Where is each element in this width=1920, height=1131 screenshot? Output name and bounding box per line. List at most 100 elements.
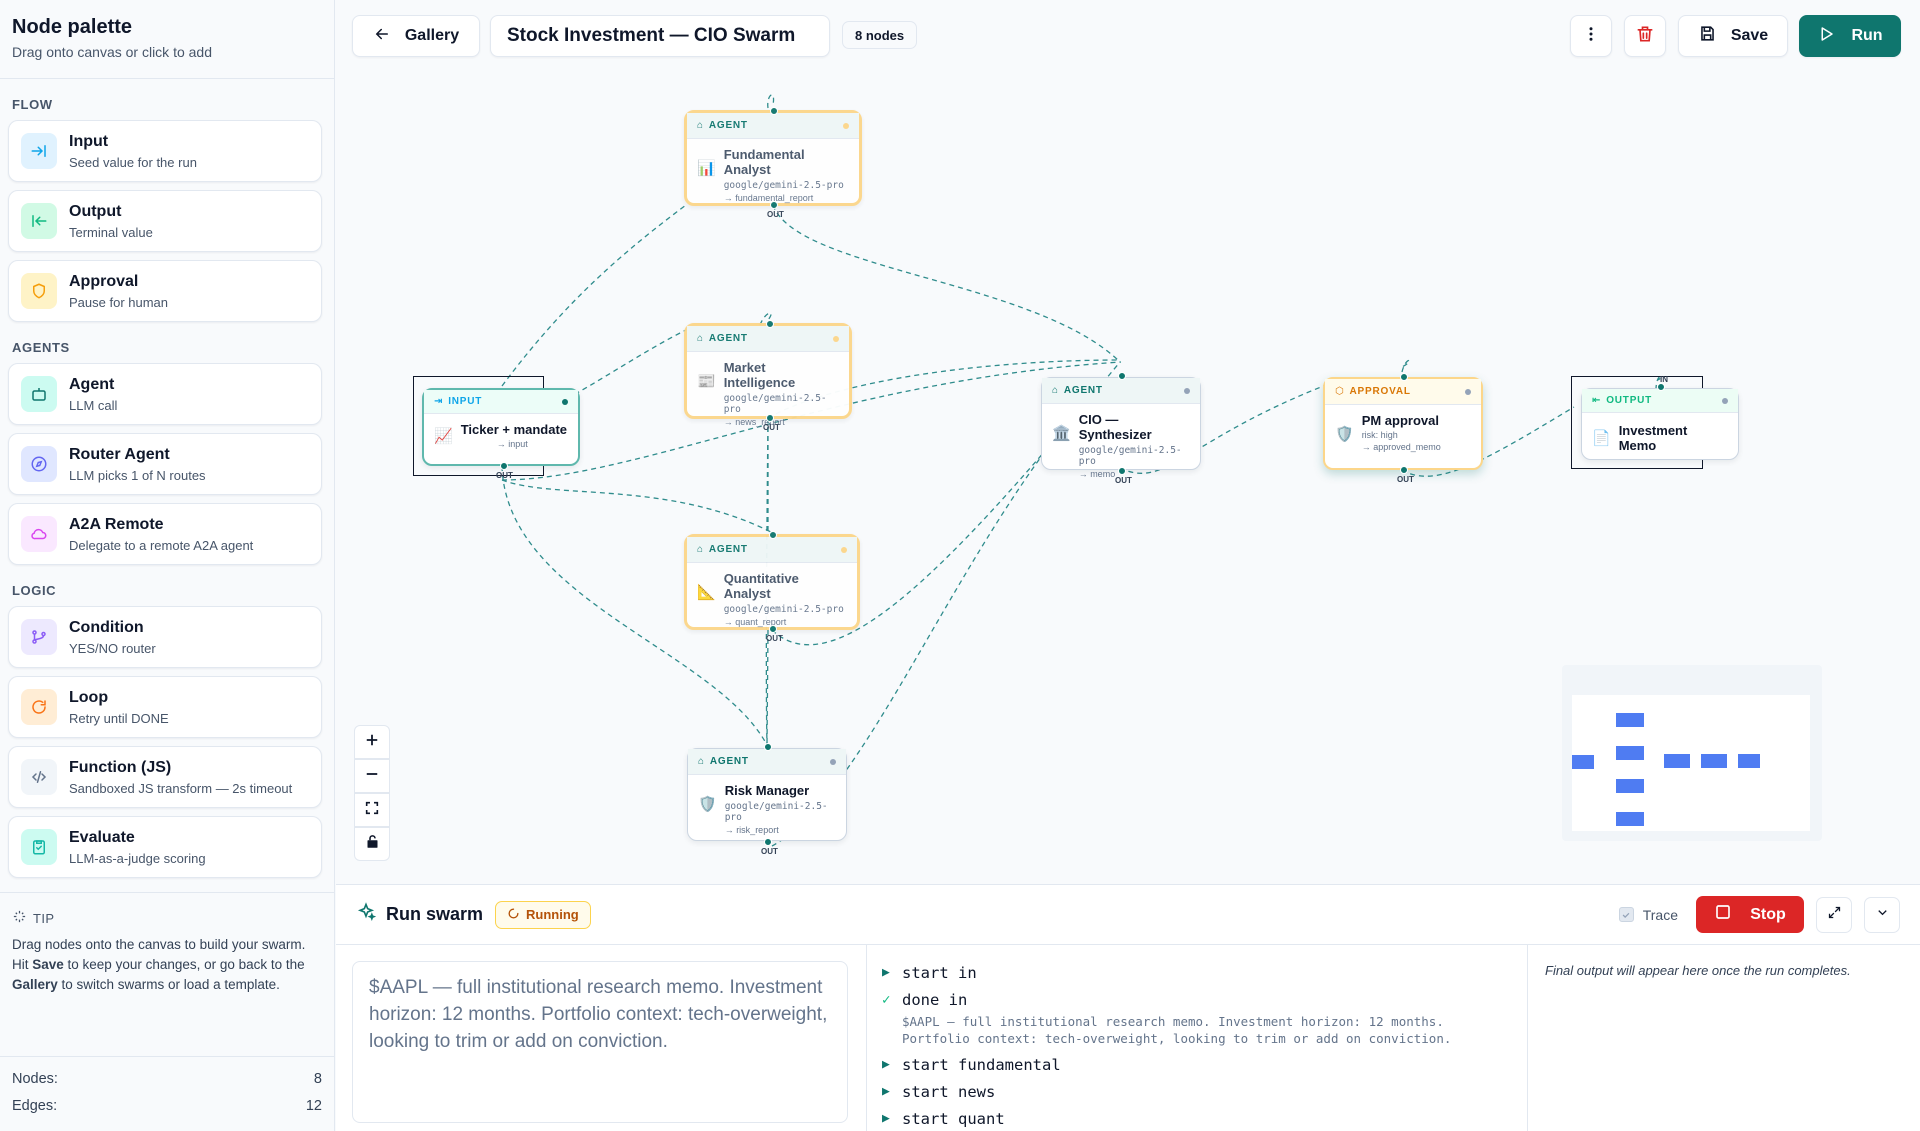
tip-text: Drag nodes onto the canvas to build your…: [12, 935, 322, 995]
status-dot: [1184, 387, 1190, 394]
palette-item-approval[interactable]: Approval Pause for human: [8, 260, 322, 322]
palette-item-agent[interactable]: Agent LLM call: [8, 363, 322, 425]
divider: [1527, 945, 1528, 1131]
log-line: ▶ start in: [882, 959, 1532, 986]
palette-item-desc: YES/NO router: [69, 640, 156, 656]
minimap-viewport: [1572, 695, 1810, 831]
node-model: google/gemini-2.5-pro: [723, 393, 827, 415]
zoom-out-button[interactable]: [354, 759, 390, 793]
palette-item-desc: Pause for human: [69, 294, 169, 310]
delete-button[interactable]: [1624, 15, 1666, 57]
node-palette: Node palette Drag onto canvas or click t…: [0, 0, 335, 1131]
palette-item-function-js[interactable]: Function (JS) Sandboxed JS transform — 2s…: [8, 746, 322, 808]
status-badge: Running: [495, 900, 591, 929]
log-detail-line: $AAPL — full institutional research memo…: [902, 1014, 1444, 1029]
edge: [501, 204, 687, 387]
node-cio-synthesizer[interactable]: ⌂ AGENT 🏛️ CIO — Synthesizer google/gemini…: [1041, 372, 1201, 485]
palette-item-loop[interactable]: Loop Retry until DONE: [8, 676, 322, 738]
node-risk-manager[interactable]: ⌂ AGENT 🛡️ Risk Manager google/gemini-2.5-…: [687, 743, 847, 856]
output-handle[interactable]: [764, 838, 772, 846]
output-handle[interactable]: [769, 625, 777, 633]
run-panel-header: Run swarm Running Trace Stop: [336, 885, 1920, 945]
run-button[interactable]: Run: [1799, 15, 1901, 57]
input-handle[interactable]: [764, 743, 772, 751]
stop-button[interactable]: Stop: [1696, 896, 1804, 933]
node-model: google/gemini-2.5-pro: [723, 180, 844, 191]
start-marker-icon: ▶: [882, 1084, 890, 1099]
expand-button[interactable]: [1816, 896, 1852, 933]
collapse-button[interactable]: [1864, 896, 1900, 933]
shield-icon: ⬡: [1335, 386, 1345, 397]
node-title: Investment Memo: [1618, 423, 1688, 453]
lock-button[interactable]: [354, 827, 390, 861]
log-verb: done: [902, 990, 940, 1009]
input-handle[interactable]: [1400, 373, 1408, 381]
palette-item-a2a-remote[interactable]: A2A Remote Delegate to a remote A2A agent: [8, 503, 322, 565]
palette-item-router-agent[interactable]: Router Agent LLM picks 1 of N routes: [8, 433, 322, 495]
input-handle[interactable]: [766, 320, 774, 328]
trend-up-icon: 📈: [434, 427, 453, 445]
more-options-button[interactable]: [1570, 15, 1612, 57]
minimap-node: [1701, 754, 1727, 768]
input-handle[interactable]: [770, 107, 778, 115]
node-kind: AGENT: [708, 120, 748, 131]
tip-text-part: to keep your changes, or go back to the: [63, 957, 305, 972]
palette-item-evaluate[interactable]: Evaluate LLM-as-a-judge scoring: [8, 816, 322, 878]
node-fundamental-analyst[interactable]: ⌂ AGENT 📊 Fundamental Analyst google/gemin…: [684, 107, 862, 219]
back-to-gallery-button[interactable]: Gallery: [352, 15, 480, 57]
stat-value: 8: [313, 1071, 322, 1087]
node-header: ⌂ AGENT: [1042, 378, 1200, 404]
edge: [1401, 359, 1410, 373]
bank-icon: 🏛️: [1052, 425, 1071, 442]
fit-view-button[interactable]: [354, 793, 390, 827]
output-handle[interactable]: [1118, 467, 1126, 475]
node-model: google/gemini-2.5-pro: [1078, 445, 1182, 467]
palette-item-desc: Terminal value: [69, 224, 153, 240]
output-handle[interactable]: [500, 462, 508, 470]
port-label: OUT: [496, 471, 513, 480]
palette-item-condition[interactable]: Condition YES/NO router: [8, 606, 322, 668]
flow-canvas[interactable]: Gallery Stock Investment — CIO Swarm 8 n…: [336, 0, 1920, 884]
port-label: OUT: [763, 423, 780, 432]
node-ticker-mandate[interactable]: ⇥ INPUT 📈 Ticker + mandate → input OUT: [422, 388, 580, 480]
input-handle[interactable]: [769, 531, 777, 539]
trace-checkbox[interactable]: [1618, 907, 1634, 922]
port-label: OUT: [767, 210, 784, 219]
palette-item-input[interactable]: Input Seed value for the run: [8, 120, 322, 182]
output-handle[interactable]: [766, 414, 774, 422]
node-header: ⌂ AGENT: [687, 537, 857, 563]
node-quantitative-analyst[interactable]: ⌂ AGENT 📐 Quantitative Analyst google/gemi…: [684, 531, 860, 643]
start-marker-icon: ▶: [882, 1111, 890, 1126]
palette-item-name: Input: [69, 132, 109, 150]
tip-save-word: Save: [32, 957, 64, 972]
palette-item-desc: LLM picks 1 of N routes: [69, 467, 206, 483]
tip-header: TIP: [12, 909, 322, 927]
back-label: Gallery: [404, 27, 460, 44]
node-title: Quantitative Analyst: [723, 571, 799, 601]
status-dot: [562, 398, 568, 405]
zoom-in-button[interactable]: [354, 725, 390, 759]
palette-item-name: Router Agent: [69, 445, 170, 463]
output-handle[interactable]: [1400, 466, 1408, 474]
palette-subtitle: Drag onto canvas or click to add: [12, 44, 212, 60]
node-investment-memo[interactable]: ⇤ OUTPUT 📄 Investment Memo IN: [1581, 375, 1739, 460]
chevron-down-icon: [1875, 905, 1890, 925]
log-node: in: [948, 990, 968, 1009]
run-input-textarea[interactable]: $AAPL — full institutional research memo…: [352, 961, 848, 1123]
palette-item-name: Approval: [69, 272, 139, 290]
input-handle[interactable]: [1657, 383, 1665, 391]
branch-icon: [21, 619, 57, 655]
output-handle[interactable]: [770, 201, 778, 209]
node-market-intelligence[interactable]: ⌂ AGENT 📰 Market Intelligence google/gemin…: [684, 320, 852, 432]
minimap[interactable]: [1562, 665, 1822, 841]
shield-emoji-icon: 🛡️: [1335, 426, 1354, 443]
input-handle[interactable]: [1118, 372, 1126, 380]
log-line: ▶ start quant: [882, 1105, 1532, 1131]
save-button[interactable]: Save: [1678, 15, 1788, 57]
port-label: OUT: [1397, 475, 1414, 484]
swarm-name-field[interactable]: Stock Investment — CIO Swarm: [490, 15, 830, 57]
node-pm-approval[interactable]: ⬡ APPROVAL 🛡️ PM approval risk: high → appr…: [1323, 373, 1483, 484]
palette-item-output[interactable]: Output Terminal value: [8, 190, 322, 252]
node-output: → input: [496, 439, 528, 449]
robot-icon: ⌂: [698, 756, 705, 767]
